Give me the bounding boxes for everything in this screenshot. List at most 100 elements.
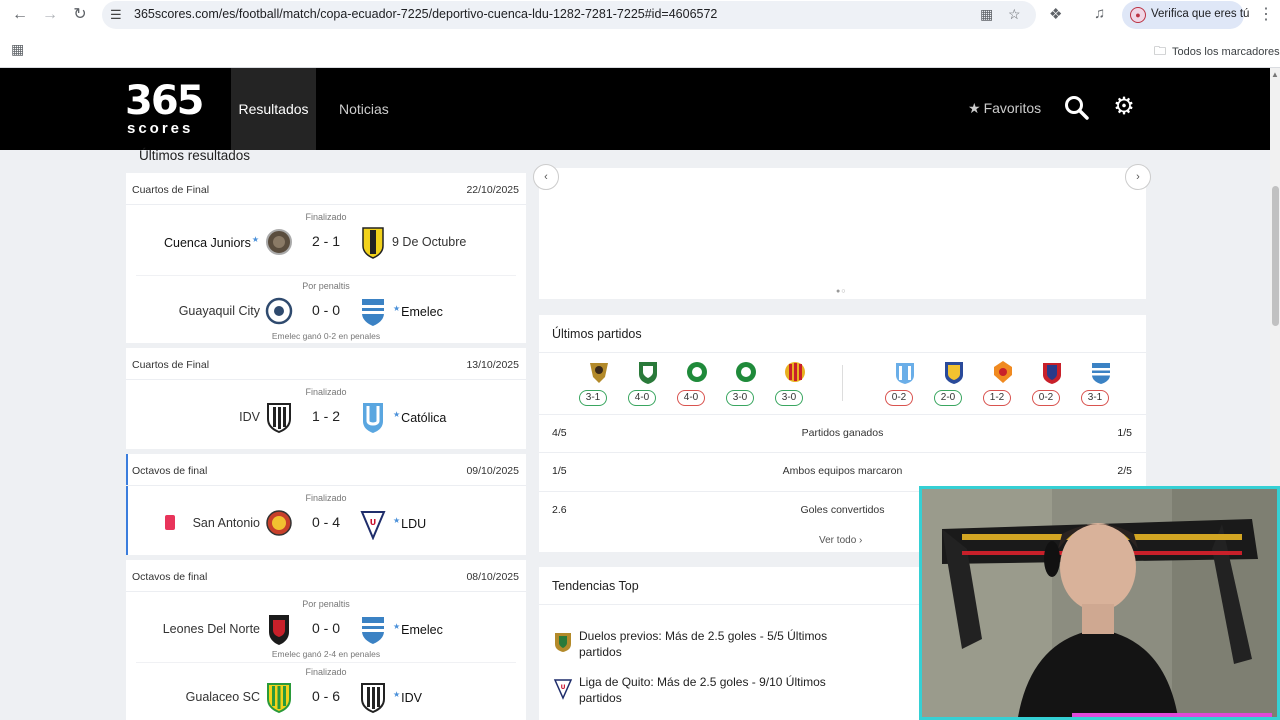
team-crest-icon: [945, 362, 963, 384]
form-item[interactable]: 3-1: [1081, 359, 1121, 407]
form-item[interactable]: 4-0: [677, 359, 717, 407]
see-all-label: Ver todo: [819, 535, 857, 546]
favorites-button[interactable]: ★ Favoritos: [968, 100, 1041, 117]
address-bar[interactable]: ☰ 365scores.com/es/football/match/copa-e…: [102, 1, 1036, 29]
form-item[interactable]: 3-0: [726, 359, 766, 407]
divider: [539, 352, 1146, 353]
match-date: 09/10/2025: [466, 465, 519, 477]
carousel-prev-icon[interactable]: ‹: [533, 164, 559, 190]
away-team-name: IDV: [401, 691, 423, 706]
away-team: ★IDV: [392, 690, 422, 705]
carousel-dots[interactable]: ●○: [836, 288, 846, 295]
card-header: Octavos de final 08/10/2025: [126, 560, 526, 592]
idv-crest-icon: [361, 683, 385, 714]
emelec-crest-icon: [362, 299, 384, 326]
divider: [842, 365, 843, 401]
stat-row: 4/5 Partidos ganados 1/5: [539, 414, 1146, 452]
team-crest-icon: [687, 362, 707, 382]
bookmarks-bar: ▦ 🗀 Todos los marcadores: [0, 30, 1280, 68]
match-status: Finalizado: [305, 667, 347, 677]
match-row[interactable]: Por penaltis Leones Del Norte 0 - 0 ★Eme…: [126, 593, 526, 663]
form-item[interactable]: 0-2: [1032, 359, 1072, 407]
browser-menu-icon[interactable]: ⋮: [1258, 4, 1274, 24]
form-item[interactable]: 0-2: [885, 359, 925, 407]
profile-verify-button[interactable]: ● Verifica que eres tú: [1122, 1, 1249, 29]
match-row[interactable]: Finalizado San Antonio 0 - 4 U ★LDU: [126, 487, 526, 557]
match-score: 1 - 2: [311, 408, 340, 424]
webcam-glow: [1072, 713, 1272, 717]
away-team: ★LDU: [392, 516, 426, 531]
logo-number: 365: [125, 78, 205, 124]
match-score: 0 - 4: [311, 514, 340, 530]
match-status: Finalizado: [305, 493, 347, 503]
winner-marker-icon: ★: [393, 690, 401, 699]
home-team-name: Guayaquil City: [178, 304, 260, 318]
winner-marker-icon: ★: [393, 410, 401, 419]
match-status: Finalizado: [305, 387, 347, 397]
scrollbar-thumb[interactable]: [1272, 186, 1279, 326]
form-result-pill: 3-1: [579, 390, 607, 406]
leones-del-norte-crest-icon: [269, 615, 289, 645]
nav-news[interactable]: Noticias: [339, 68, 389, 150]
see-all-link[interactable]: Ver todo ›: [819, 535, 862, 546]
bookmark-star-icon[interactable]: ☆: [1008, 6, 1021, 23]
form-item[interactable]: 3-0: [775, 359, 815, 407]
translate-icon[interactable]: ▦: [980, 6, 993, 23]
match-row[interactable]: Finalizado IDV 1 - 2 ★Católica: [126, 381, 526, 451]
form-result-pill: 3-0: [726, 390, 754, 406]
match-row[interactable]: Por penaltis Guayaquil City 0 - 0 ★Emele…: [126, 275, 526, 345]
all-bookmarks-button[interactable]: 🗀 Todos los marcadores: [1154, 42, 1280, 63]
webcam-overlay: [919, 486, 1280, 720]
stat-right-value: 1/5: [1117, 427, 1132, 439]
search-icon[interactable]: [1063, 94, 1091, 122]
stat-right-value: 2/5: [1117, 465, 1132, 477]
forward-icon[interactable]: →: [39, 4, 61, 26]
stat-row: 1/5 Ambos equipos marcaron 2/5: [539, 452, 1146, 490]
match-date: 13/10/2025: [466, 359, 519, 371]
apps-grid-icon[interactable]: ▦: [11, 41, 24, 58]
match-score: 2 - 1: [311, 233, 340, 249]
reload-icon[interactable]: ↻: [69, 4, 91, 26]
last-matches-title: Últimos partidos: [552, 327, 642, 341]
form-result-pill: 2-0: [934, 390, 962, 406]
match-row[interactable]: Finalizado Cuenca Juniors★ 2 - 1 9 De Oc…: [126, 206, 526, 276]
stat-label: Partidos ganados: [801, 427, 884, 439]
match-score: 0 - 6: [311, 688, 340, 704]
nav-results[interactable]: Resultados: [231, 68, 316, 150]
back-icon[interactable]: ←: [9, 4, 31, 26]
team-crest-icon: [1092, 363, 1110, 384]
site-info-icon[interactable]: ☰: [110, 7, 122, 23]
logo[interactable]: 365 scores: [125, 78, 217, 137]
extensions-icon[interactable]: ❖: [1049, 5, 1062, 23]
form-item[interactable]: 2-0: [934, 359, 974, 407]
match-score: 0 - 0: [311, 620, 340, 636]
san-antonio-crest-icon: [266, 510, 292, 536]
emelec-crest-icon: [362, 617, 384, 644]
red-card-icon: [165, 515, 175, 530]
winner-marker-icon: ★: [393, 622, 401, 631]
results-card: Cuartos de Final 22/10/2025 Finalizado C…: [126, 173, 526, 343]
home-team-name: Cuenca Juniors: [163, 236, 251, 251]
form-item[interactable]: 4-0: [628, 359, 668, 407]
trend-text: Liga de Quito: Más de 2.5 goles - 9/10 Ú…: [579, 675, 826, 705]
form-result-pill: 4-0: [628, 390, 656, 406]
team-crest-icon: [590, 363, 608, 383]
winner-marker-icon: ★: [393, 516, 401, 525]
chevron-right-icon: ›: [859, 535, 863, 546]
penalties-note: Emelec ganó 0-2 en penales: [271, 331, 381, 341]
media-controls-icon[interactable]: ♫: [1094, 5, 1105, 22]
carousel-next-icon[interactable]: ›: [1125, 164, 1151, 190]
away-team-name: Emelec: [401, 623, 443, 638]
gear-icon[interactable]: ⚙: [1110, 92, 1138, 122]
away-team: ★Emelec: [392, 304, 443, 319]
match-date: 22/10/2025: [466, 184, 519, 196]
toolbar: ← → ↻ ☰ 365scores.com/es/football/match/…: [0, 0, 1280, 30]
form-item[interactable]: 3-1: [579, 359, 619, 407]
results-card: Cuartos de Final 13/10/2025 Finalizado I…: [126, 348, 526, 449]
match-row[interactable]: Finalizado Gualaceo SC 0 - 6 ★IDV: [126, 661, 526, 720]
scroll-up-icon[interactable]: ▲: [1271, 70, 1279, 79]
stage-label: Cuartos de Final: [132, 184, 210, 196]
stat-label: Ambos equipos marcaron: [782, 465, 903, 477]
form-item[interactable]: 1-2: [983, 359, 1023, 407]
match-status: Por penaltis: [302, 281, 350, 291]
